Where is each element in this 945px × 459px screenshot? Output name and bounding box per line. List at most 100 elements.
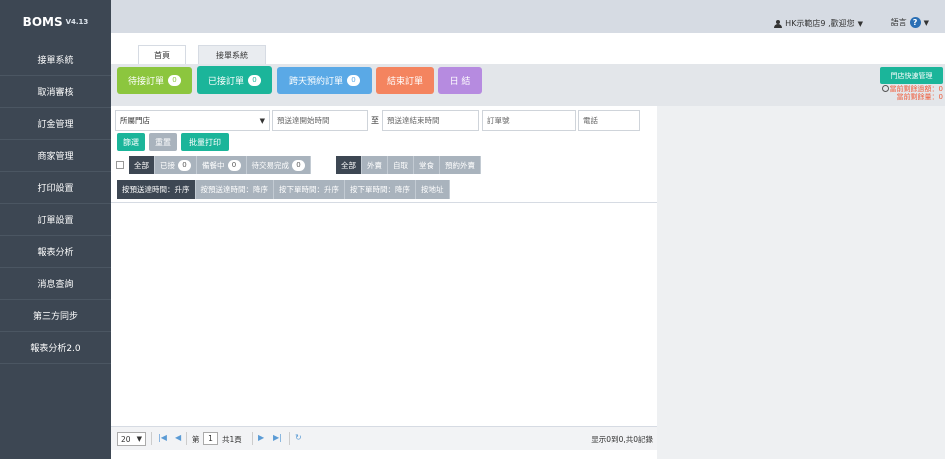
state-filter-label: 已接 — [160, 160, 175, 170]
sort-option[interactable]: 按預送達時間：升序 — [117, 180, 196, 199]
help-icon: ? — [909, 17, 921, 28]
top-bar: HK示範店9 ,歡迎您 ▼ 語言 ? ▼ — [111, 0, 945, 33]
chevron-down-icon: ▼ — [259, 116, 265, 125]
next-page-icon[interactable]: ▶ — [258, 433, 264, 442]
page-size-value: 20 — [121, 434, 131, 444]
sort-option[interactable]: 按下單時間：降序 — [345, 180, 416, 199]
user-name: HK示範店9 ,歡迎您 — [785, 19, 855, 28]
state-filter-label: 備餐中 — [202, 160, 225, 170]
state-filter-label: 全部 — [134, 160, 149, 170]
type-filter-option[interactable]: 全部 — [336, 156, 362, 174]
divider — [186, 432, 187, 445]
reset-button[interactable]: 重置 — [149, 133, 177, 151]
divider — [252, 432, 253, 445]
total-pages-label: 共1頁 — [222, 435, 242, 444]
page-label: 第 — [192, 435, 200, 444]
chevron-down-icon: ▼ — [857, 19, 863, 28]
state-filter-label: 待交易完成 — [251, 160, 290, 170]
page-size-select[interactable]: 20 ▼ — [117, 432, 146, 446]
cross-day-orders-label: 跨天預約訂單 — [288, 77, 343, 87]
type-filter-option[interactable]: 外賣 — [362, 156, 388, 174]
state-filter-count: 0 — [178, 159, 191, 171]
pending-orders-count: 0 — [168, 75, 181, 86]
sort-option[interactable]: 按下單時間：升序 — [274, 180, 345, 199]
sidebar-item[interactable]: 報表分析2.0 — [0, 332, 111, 364]
sidebar: BOMS V4.13 接單系統 取消審核 訂金管理 商家管理 打印設置 訂單設置 報表分析消… — [0, 0, 111, 459]
bell-icon — [881, 85, 889, 92]
sidebar-item[interactable]: 商家管理 — [0, 140, 111, 172]
prev-page-icon[interactable]: ◀ — [175, 433, 181, 442]
type-filter-option[interactable]: 預約外賣 — [440, 156, 481, 174]
brand-name: BOMS — [22, 15, 63, 29]
accepted-orders-count: 0 — [248, 74, 261, 86]
state-filter-option[interactable]: 備餐中 0 — [197, 156, 247, 174]
state-filter-count: 0 — [292, 159, 305, 171]
sidebar-item[interactable]: 第三方同步 — [0, 300, 111, 332]
store-select[interactable]: 所屬門店 ▼ — [115, 110, 270, 131]
finished-orders-label: 結束訂單 — [386, 77, 423, 87]
quota-line-2: 當前剩餘量：0 — [896, 93, 943, 101]
phone-input[interactable]: 電話 — [578, 110, 640, 131]
user-icon — [774, 19, 783, 28]
store-select-value: 所屬門店 — [120, 116, 150, 125]
order-type-filter: 全部 外賣 自取 堂食 預約外賣 — [336, 156, 481, 174]
divider — [151, 432, 152, 445]
sidebar-item[interactable]: 訂金管理 — [0, 108, 111, 140]
chevron-down-icon: ▼ — [923, 18, 929, 27]
pending-orders-label: 待接訂單 — [127, 77, 164, 87]
accepted-orders-button[interactable]: 已接訂單 0 — [197, 66, 272, 94]
cross-day-orders-count: 0 — [347, 75, 360, 86]
state-filter-option[interactable]: 已接 0 — [155, 156, 197, 174]
accepted-orders-label: 已接訂單 — [207, 76, 244, 87]
cross-day-orders-button[interactable]: 跨天預約訂單 0 — [277, 67, 372, 94]
to-label: 至 — [371, 116, 379, 125]
order-state-filter: 全部 已接 0 備餐中 0 待交易完成 0 — [129, 156, 311, 174]
language-menu[interactable]: 語言 ? ▼ — [891, 17, 929, 28]
quota-line-1: 當前剩餘過額：0 — [889, 85, 943, 93]
end-time-input[interactable]: 預送達結束時間 — [382, 110, 479, 131]
state-filter-option[interactable]: 全部 — [129, 156, 155, 174]
order-number-input[interactable]: 訂單號 — [482, 110, 576, 131]
tab-bar: 首頁 接單系統 — [111, 33, 945, 64]
right-panel — [657, 106, 945, 459]
last-page-icon[interactable]: ▶| — [273, 433, 282, 442]
sidebar-item[interactable]: 消息查詢 — [0, 268, 111, 300]
brand-logo: BOMS V4.13 — [0, 0, 111, 44]
sort-option[interactable]: 按預送達時間：降序 — [195, 180, 274, 199]
state-filter-option[interactable]: 待交易完成 0 — [246, 156, 311, 174]
batch-print-button[interactable]: 批量打印 — [181, 133, 229, 151]
daily-settlement-label: 日 結 — [449, 77, 471, 87]
sort-option[interactable]: 按地址 — [416, 180, 450, 199]
tab-home[interactable]: 首頁 — [138, 45, 186, 64]
daily-settlement-button[interactable]: 日 結 — [438, 67, 482, 94]
sidebar-item[interactable]: 打印設置 — [0, 172, 111, 204]
start-time-input[interactable]: 預送達開始時間 — [272, 110, 368, 131]
language-label: 語言 — [890, 18, 907, 27]
sidebar-item[interactable]: 取消審核 — [0, 76, 111, 108]
filter-button[interactable]: 篩選 — [117, 133, 145, 151]
pagination-bar: 20 ▼ |◀ ◀ 第 1 共1頁 ▶ ▶| ↻ 显示0到0,共0記錄 — [111, 426, 657, 450]
store-quota-info: 當前剩餘過額：0 當前剩餘量：0 — [881, 85, 943, 101]
type-filter-option[interactable]: 自取 — [388, 156, 414, 174]
pending-orders-button[interactable]: 待接訂單 0 — [117, 67, 192, 94]
divider — [111, 202, 657, 203]
chevron-down-icon: ▼ — [136, 435, 142, 443]
divider — [289, 432, 290, 445]
finished-orders-button[interactable]: 結束訂單 — [376, 67, 434, 94]
sidebar-item[interactable]: 訂單設置 — [0, 204, 111, 236]
first-page-icon[interactable]: |◀ — [158, 433, 167, 442]
sidebar-item[interactable]: 報表分析 — [0, 236, 111, 268]
record-info: 显示0到0,共0記錄 — [591, 435, 653, 444]
refresh-icon[interactable]: ↻ — [295, 433, 302, 442]
brand-version: V4.13 — [65, 18, 89, 26]
type-filter-option[interactable]: 堂食 — [414, 156, 440, 174]
page-number-input[interactable]: 1 — [203, 432, 218, 445]
select-all-checkbox[interactable] — [116, 161, 124, 169]
user-menu[interactable]: HK示範店9 ,歡迎您 ▼ — [774, 18, 863, 29]
sort-options: 按預送達時間：升序 按預送達時間：降序 按下單時間：升序 按下單時間：降序 按地址 — [117, 180, 450, 199]
tab-order-system[interactable]: 接單系統 — [198, 45, 266, 64]
order-list-panel: 所屬門店 ▼ 預送達開始時間 至 預送達結束時間 訂單號 電話 篩選 重置 批量… — [111, 106, 657, 459]
store-quick-manage-button[interactable]: 門店快速管理 — [880, 67, 943, 84]
order-status-bar: 待接訂單 0 已接訂單 0 跨天預約訂單 0 結束訂單 日 結 門店快速管理 當… — [111, 64, 945, 106]
sidebar-item[interactable]: 接單系統 — [0, 44, 111, 76]
